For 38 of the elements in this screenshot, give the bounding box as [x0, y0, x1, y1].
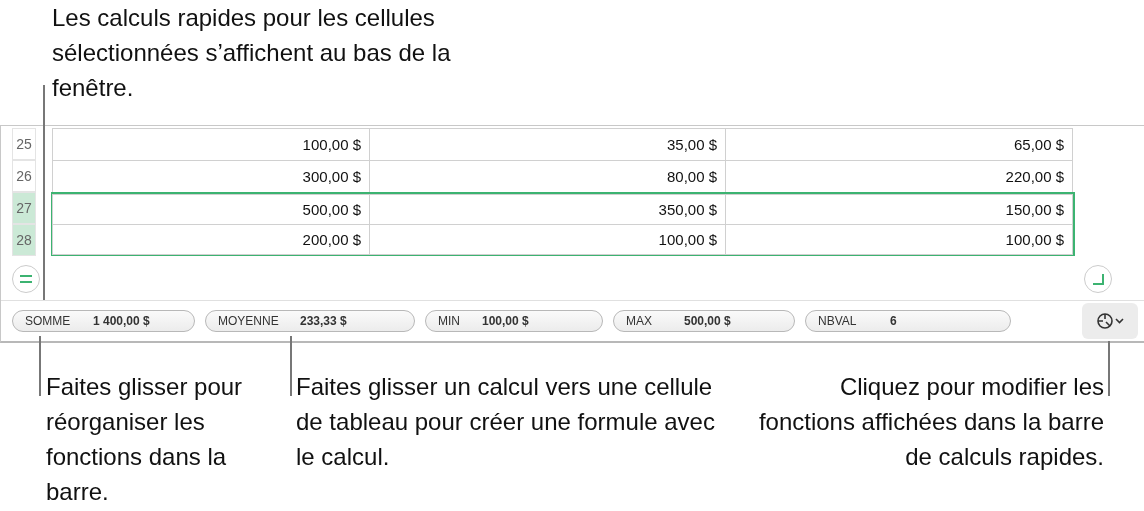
calc-value: 500,00 $ [684, 314, 731, 328]
leader-line [290, 336, 292, 396]
table-cell: 65,00 $ [725, 128, 1073, 161]
calc-label: MOYENNE [218, 314, 280, 328]
quick-calc-chip[interactable]: MOYENNE 233,33 $ [205, 310, 415, 332]
quick-calc-chip[interactable]: MIN 100,00 $ [425, 310, 603, 332]
quick-calc-chip[interactable]: MAX 500,00 $ [613, 310, 795, 332]
calc-value: 100,00 $ [482, 314, 529, 328]
callout-text: Cliquez pour modifier les fonctions affichées dans la barre de calculs rapides. [757, 372, 1104, 472]
calc-value: 6 [890, 314, 897, 328]
callout-text: Les calculs rapides pour les cellules sélectionnées s’affichent au bas de la fenêtre. [52, 3, 452, 103]
leader-line [39, 336, 41, 396]
calc-value: 233,33 $ [300, 314, 347, 328]
gear-icon [1095, 311, 1125, 331]
calc-label: SOMME [25, 314, 72, 328]
equals-button[interactable] [12, 265, 40, 293]
corner-icon [1092, 273, 1104, 285]
corner-button[interactable] [1084, 265, 1112, 293]
calc-label: MIN [438, 314, 461, 328]
row-number[interactable]: 25 [12, 128, 36, 160]
leader-line [1108, 341, 1110, 396]
calc-label: NBVAL [818, 314, 858, 328]
calc-label: MAX [626, 314, 653, 328]
table-cell: 100,00 $ [52, 128, 370, 161]
row-number[interactable]: 28 [12, 224, 36, 256]
settings-button[interactable] [1082, 303, 1138, 339]
callout-text: Faites glisser un calcul vers une cellule de tableau pour créer une formule avec le calcul. [296, 372, 716, 472]
row-number[interactable]: 27 [12, 192, 36, 224]
table-cell: 500,00 $ [52, 194, 370, 225]
quick-calc-chip[interactable]: NBVAL 6 [805, 310, 1011, 332]
quick-calc-chip[interactable]: SOMME 1 400,00 $ [12, 310, 195, 332]
callout-text: Faites glisser pour réorganiser les fonctions dans la barre. [46, 372, 244, 507]
table-cell: 150,00 $ [725, 194, 1073, 225]
table-cell: 200,00 $ [52, 224, 370, 255]
calc-value: 1 400,00 $ [93, 314, 150, 328]
table-cell: 100,00 $ [725, 224, 1073, 255]
equals-icon [20, 275, 32, 283]
row-number[interactable]: 26 [12, 160, 36, 192]
